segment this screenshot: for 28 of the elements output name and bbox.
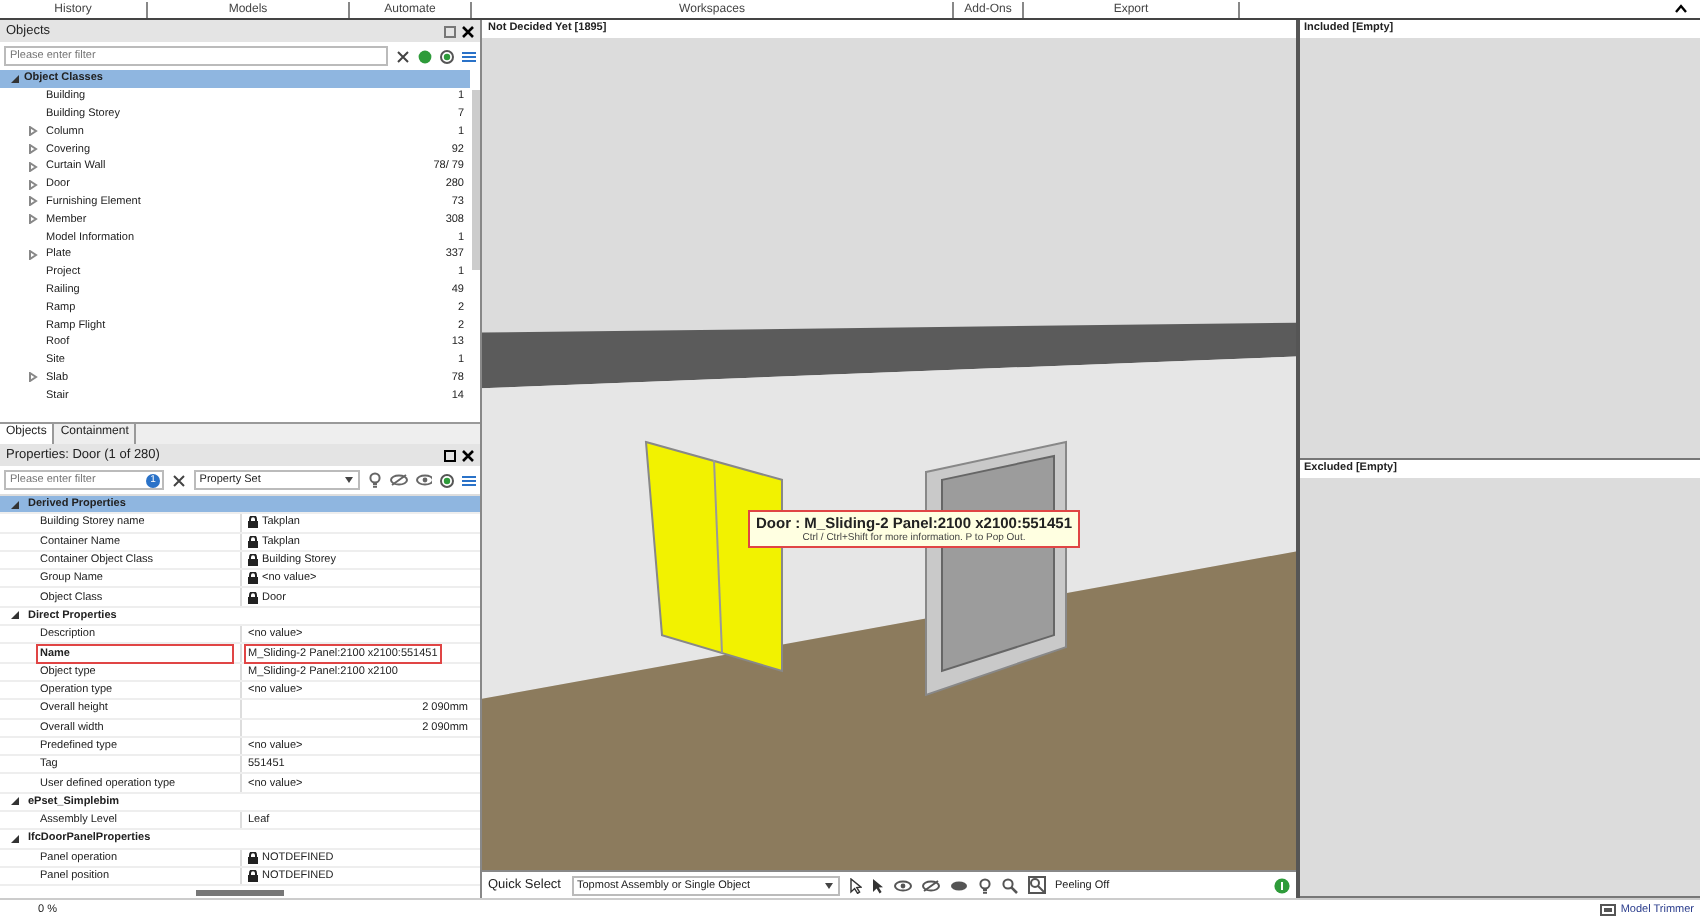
zoom-icon[interactable] bbox=[1001, 877, 1017, 893]
target-icon[interactable] bbox=[440, 49, 454, 63]
menu-icon[interactable] bbox=[462, 473, 477, 487]
bulb-icon[interactable] bbox=[977, 877, 991, 893]
scrollbar[interactable] bbox=[196, 890, 284, 896]
maximize-icon[interactable] bbox=[444, 449, 456, 461]
status-indicator-icon bbox=[1274, 877, 1290, 893]
bulb-icon[interactable] bbox=[368, 472, 383, 488]
close-icon[interactable] bbox=[462, 449, 474, 461]
trimmer-icon[interactable] bbox=[1600, 904, 1617, 916]
expand-caret-icon[interactable] bbox=[10, 73, 20, 84]
expand-caret-icon[interactable] bbox=[10, 833, 20, 844]
caret-icon bbox=[823, 881, 833, 889]
eye-slash-icon[interactable] bbox=[921, 879, 939, 891]
close-icon[interactable] bbox=[462, 25, 474, 37]
expand-caret-icon[interactable] bbox=[10, 796, 20, 807]
eye-slash-icon[interactable] bbox=[390, 474, 408, 486]
caret-icon bbox=[344, 476, 355, 484]
collapse-caret-icon[interactable] bbox=[1674, 4, 1688, 14]
target-icon[interactable] bbox=[440, 473, 455, 487]
zoom-icon[interactable] bbox=[1027, 876, 1045, 894]
circle-icon[interactable] bbox=[418, 49, 432, 63]
clear-icon[interactable] bbox=[396, 49, 410, 63]
expand-caret-icon[interactable] bbox=[10, 610, 20, 621]
expand-caret-icon[interactable] bbox=[10, 499, 20, 510]
scrollbar[interactable] bbox=[472, 90, 480, 270]
menu-icon[interactable] bbox=[462, 49, 476, 63]
clear-icon[interactable] bbox=[172, 473, 186, 487]
